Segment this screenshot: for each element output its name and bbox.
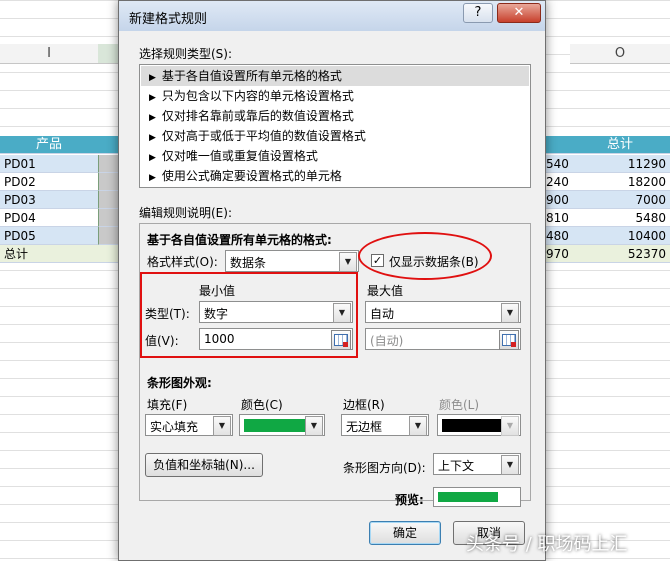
- direction-label: 条形图方向(D):: [343, 461, 426, 475]
- range-picker-icon[interactable]: [499, 330, 519, 350]
- row-name[interactable]: PD01: [0, 155, 98, 173]
- direction-value: 上下文: [438, 459, 475, 473]
- format-heading: 基于各自值设置所有单元格的格式:: [147, 233, 332, 247]
- column-header-selected[interactable]: [98, 44, 118, 64]
- row-partial-value[interactable]: 900: [546, 191, 570, 209]
- chevron-down-icon[interactable]: ▼: [501, 416, 519, 436]
- watermark: 头条号 / 职场码上汇: [466, 534, 628, 555]
- header-partial[interactable]: [546, 136, 570, 154]
- format-style-label: 格式样式(O):: [147, 255, 218, 269]
- row-total-value[interactable]: 7000: [570, 191, 670, 209]
- chevron-down-icon[interactable]: ▼: [339, 252, 357, 272]
- preview-label: 预览:: [395, 493, 424, 507]
- triangle-right-icon: ▶: [149, 73, 156, 83]
- border-type-value: 无边框: [346, 420, 383, 434]
- row-name[interactable]: PD02: [0, 173, 98, 191]
- row-partial-value[interactable]: 240: [546, 173, 570, 191]
- rule-type-item[interactable]: ▶ 基于各自值设置所有单元格的格式: [141, 66, 529, 86]
- rule-type-list[interactable]: ▶ 基于各自值设置所有单元格的格式 ▶ 只为包含以下内容的单元格设置格式 ▶ 仅对排名…: [139, 64, 531, 188]
- row-total-value[interactable]: 11290: [570, 155, 670, 173]
- header-bar-col[interactable]: [98, 136, 118, 154]
- preview-box: [433, 487, 521, 507]
- row-name[interactable]: PD05: [0, 227, 98, 245]
- format-style-value: 数据条: [230, 256, 267, 270]
- triangle-right-icon: ▶: [149, 153, 156, 163]
- row-partial-value[interactable]: 810: [546, 209, 570, 227]
- rule-type-text: 仅对高于或低于平均值的数值设置格式: [161, 129, 366, 143]
- bar-cell[interactable]: [98, 155, 118, 173]
- format-style-select[interactable]: 数据条 ▼: [225, 250, 359, 272]
- row-partial-value[interactable]: 540: [546, 155, 570, 173]
- rule-type-item[interactable]: ▶ 仅对高于或低于平均值的数值设置格式: [141, 126, 529, 146]
- negative-axis-button[interactable]: 负值和坐标轴(N)...: [145, 453, 263, 477]
- row-name[interactable]: PD03: [0, 191, 98, 209]
- chevron-down-icon[interactable]: ▼: [409, 416, 427, 436]
- bar-cell[interactable]: [98, 245, 118, 263]
- fill-type-select[interactable]: 实心填充 ▼: [145, 414, 233, 436]
- edit-rule-label: 编辑规则说明(E):: [139, 206, 232, 220]
- row-total-value[interactable]: 52370: [570, 245, 670, 263]
- highlight-ellipse: [358, 232, 492, 280]
- row-name[interactable]: PD04: [0, 209, 98, 227]
- border-color-label: 颜色(L): [439, 398, 480, 412]
- bar-cell[interactable]: [98, 227, 118, 245]
- max-type-select[interactable]: 自动 ▼: [365, 301, 521, 323]
- triangle-right-icon: ▶: [149, 133, 156, 143]
- highlight-rectangle: [140, 272, 358, 358]
- row-partial-value[interactable]: 480: [546, 227, 570, 245]
- row-total-value[interactable]: 10400: [570, 227, 670, 245]
- column-header-o[interactable]: O: [570, 44, 670, 64]
- help-icon: ?: [474, 5, 482, 20]
- row-total-value[interactable]: 18200: [570, 173, 670, 191]
- rule-type-item[interactable]: ▶ 只为包含以下内容的单元格设置格式: [141, 86, 529, 106]
- border-type-select[interactable]: 无边框 ▼: [341, 414, 429, 436]
- bar-cell[interactable]: [98, 191, 118, 209]
- rule-type-item[interactable]: ▶ 使用公式确定要设置格式的单元格: [141, 166, 529, 186]
- close-button[interactable]: ✕: [497, 3, 541, 23]
- rule-type-text: 仅对排名靠前或靠后的数值设置格式: [161, 109, 354, 123]
- rule-type-item[interactable]: ▶ 仅对唯一值或重复值设置格式: [141, 146, 529, 166]
- chevron-down-icon[interactable]: ▼: [305, 416, 323, 436]
- triangle-right-icon: ▶: [149, 173, 156, 183]
- close-icon: ✕: [513, 5, 525, 20]
- rule-type-text: 只为包含以下内容的单元格设置格式: [161, 89, 354, 103]
- header-total[interactable]: 总计: [570, 136, 670, 154]
- row-total-value[interactable]: 5480: [570, 209, 670, 227]
- column-header-i[interactable]: I: [0, 44, 98, 64]
- chevron-down-icon[interactable]: ▼: [501, 455, 519, 475]
- fill-type-value: 实心填充: [150, 420, 199, 434]
- chevron-down-icon[interactable]: ▼: [501, 303, 519, 323]
- rule-type-label: 选择规则类型(S):: [139, 47, 233, 61]
- dialog-title: 新建格式规则: [129, 12, 208, 27]
- header-product[interactable]: 产品: [0, 136, 98, 154]
- fill-color-picker[interactable]: ▼: [239, 414, 325, 436]
- fill-color-label: 颜色(C): [241, 398, 283, 412]
- appearance-heading: 条形图外观:: [147, 376, 212, 390]
- row-partial-value[interactable]: 970: [546, 245, 570, 263]
- max-value-input[interactable]: (自动): [365, 328, 521, 350]
- rule-type-text: 使用公式确定要设置格式的单元格: [161, 169, 342, 183]
- max-type-value: 自动: [370, 307, 395, 321]
- chevron-down-icon[interactable]: ▼: [213, 416, 231, 436]
- ok-button[interactable]: 确定: [369, 521, 441, 545]
- max-value-text: (自动): [370, 334, 404, 348]
- triangle-right-icon: ▶: [149, 93, 156, 103]
- border-color-picker[interactable]: ▼: [437, 414, 521, 436]
- help-button[interactable]: ?: [463, 3, 493, 23]
- fill-color-swatch: [244, 419, 306, 432]
- bar-cell[interactable]: [98, 209, 118, 227]
- row-name[interactable]: 总计: [0, 245, 98, 263]
- border-label: 边框(R): [343, 398, 385, 412]
- fill-label: 填充(F): [147, 398, 188, 412]
- rule-type-item[interactable]: ▶ 仅对排名靠前或靠后的数值设置格式: [141, 106, 529, 126]
- max-heading: 最大值: [367, 284, 404, 298]
- rule-type-text: 仅对唯一值或重复值设置格式: [161, 149, 318, 163]
- triangle-right-icon: ▶: [149, 113, 156, 123]
- rule-type-text: 基于各自值设置所有单元格的格式: [161, 69, 342, 83]
- bar-cell[interactable]: [98, 173, 118, 191]
- border-color-swatch: [442, 419, 504, 432]
- direction-select[interactable]: 上下文 ▼: [433, 453, 521, 475]
- preview-bar: [438, 492, 498, 502]
